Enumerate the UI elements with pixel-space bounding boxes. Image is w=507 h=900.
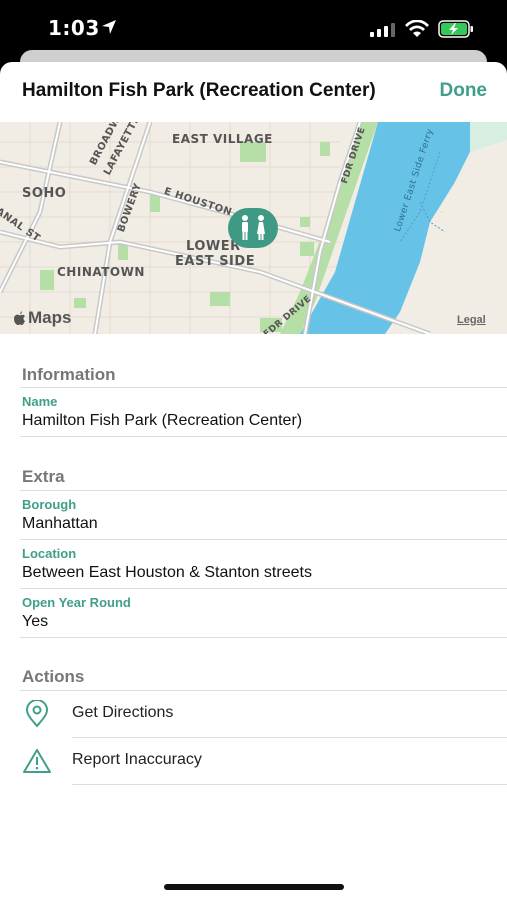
maps-logo: Maps bbox=[12, 308, 71, 328]
field-label-open-year-round: Open Year Round bbox=[22, 595, 131, 610]
detail-sheet: Hamilton Fish Park (Recreation Center) D… bbox=[0, 62, 507, 900]
field-value-location: Between East Houston & Stanton streets bbox=[22, 564, 312, 581]
divider bbox=[20, 436, 507, 437]
apple-logo-icon bbox=[14, 311, 25, 325]
divider bbox=[20, 539, 507, 540]
divider bbox=[20, 637, 507, 638]
cellular-signal-icon bbox=[370, 23, 395, 37]
done-button[interactable]: Done bbox=[440, 80, 488, 102]
get-directions-button[interactable]: Get Directions bbox=[0, 691, 507, 737]
section-header-extra: Extra bbox=[22, 467, 65, 486]
field-label-borough: Borough bbox=[22, 497, 77, 512]
field-value-borough: Manhattan bbox=[22, 515, 98, 532]
field-label-location: Location bbox=[22, 546, 77, 561]
section-header-information: Information bbox=[22, 365, 116, 384]
battery-charging-icon bbox=[438, 20, 473, 38]
sheet-header: Hamilton Fish Park (Recreation Center) D… bbox=[0, 62, 507, 122]
field-value-name: Hamilton Fish Park (Recreation Center) bbox=[22, 412, 303, 429]
field-label-name: Name bbox=[22, 394, 58, 409]
map-view[interactable]: EAST VILLAGE BROADWAY LAFAYETTE S SOHO E… bbox=[0, 122, 507, 334]
map-label-east-village: EAST VILLAGE bbox=[172, 132, 273, 146]
divider bbox=[20, 387, 507, 388]
report-inaccuracy-label: Report Inaccuracy bbox=[72, 751, 202, 768]
divider bbox=[72, 784, 507, 785]
restroom-icon bbox=[242, 215, 265, 240]
location-arrow-icon bbox=[102, 20, 116, 34]
legal-link[interactable]: Legal bbox=[457, 314, 486, 326]
maps-logo-text: Maps bbox=[28, 308, 72, 327]
restroom-pin[interactable] bbox=[228, 208, 278, 248]
page-title: Hamilton Fish Park (Recreation Center) bbox=[22, 80, 376, 101]
divider bbox=[20, 490, 507, 491]
status-bar: 1:03 bbox=[0, 0, 507, 56]
section-header-actions: Actions bbox=[22, 667, 85, 686]
get-directions-label: Get Directions bbox=[72, 704, 174, 721]
status-time: 1:03 bbox=[48, 16, 100, 40]
map-label-chinatown: CHINATOWN bbox=[57, 265, 145, 279]
map-label-east-side: EAST SIDE bbox=[175, 254, 256, 269]
field-value-open-year-round: Yes bbox=[22, 613, 49, 630]
wifi-icon bbox=[405, 20, 429, 37]
warning-triangle-icon bbox=[23, 749, 51, 773]
report-inaccuracy-button[interactable]: Report Inaccuracy bbox=[0, 738, 507, 784]
divider bbox=[20, 588, 507, 589]
map-label-soho: SOHO bbox=[22, 186, 67, 201]
map-pin-icon bbox=[25, 700, 49, 728]
home-indicator bbox=[164, 884, 344, 890]
